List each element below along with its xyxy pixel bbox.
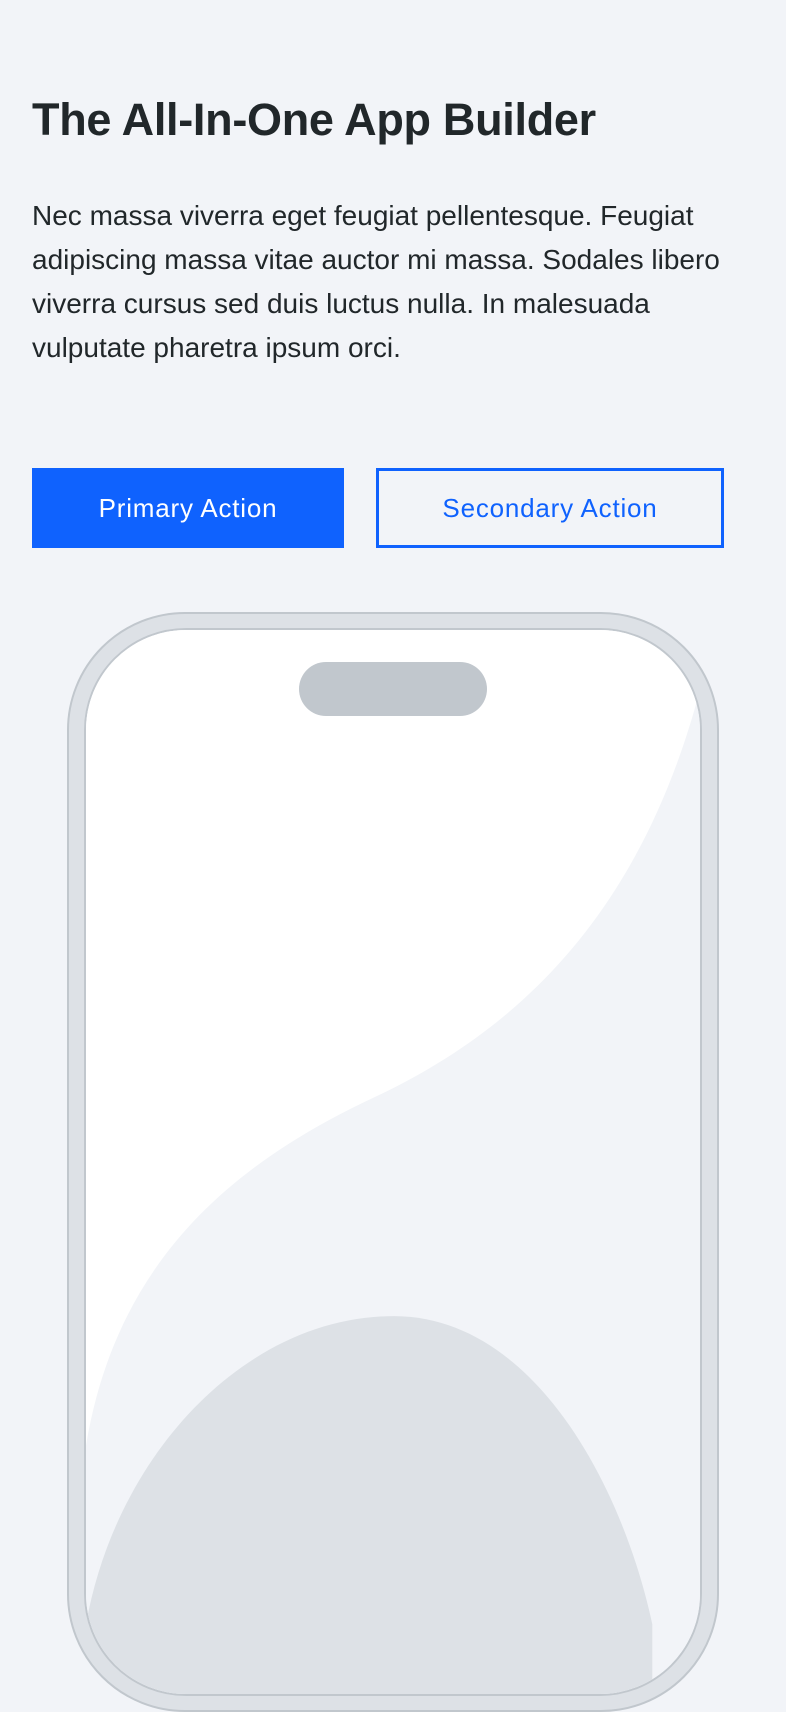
primary-action-button[interactable]: Primary Action — [32, 468, 344, 548]
page-title: The All-In-One App Builder — [32, 94, 596, 145]
phone-notch — [299, 662, 487, 716]
phone-mockup — [67, 612, 719, 1712]
screen-illustration — [86, 630, 700, 1694]
phone-screen — [84, 628, 702, 1696]
hero-description: Nec massa viverra eget feugiat pellentes… — [32, 200, 720, 363]
secondary-action-button[interactable]: Secondary Action — [376, 468, 724, 548]
